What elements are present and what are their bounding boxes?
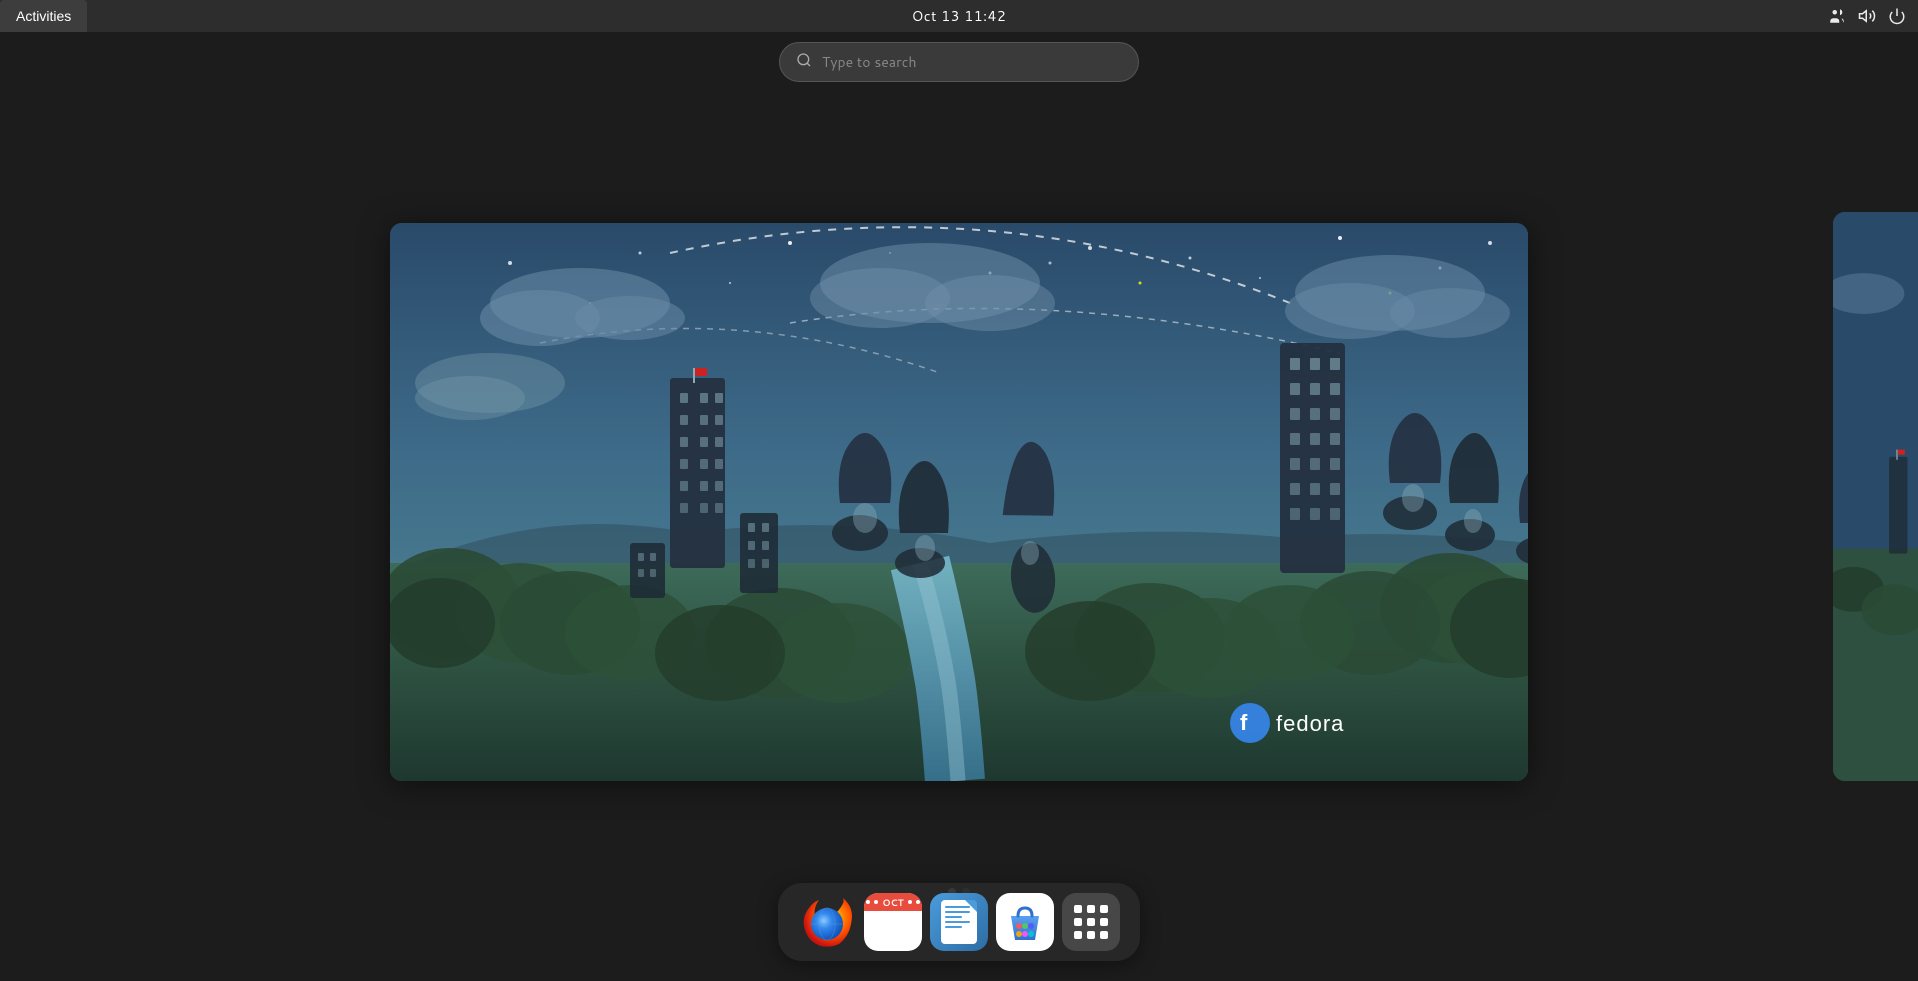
wallpaper: f fedora (390, 223, 1528, 781)
writer-line-2 (945, 911, 970, 913)
app-dot-4 (1074, 918, 1082, 926)
topbar-left: Activities (0, 0, 87, 32)
writer-line-3 (945, 916, 962, 918)
firefox-icon (799, 894, 855, 950)
calendar-header: OCT (864, 893, 922, 911)
store-icon (1003, 900, 1047, 944)
workspace-main[interactable]: f fedora (390, 223, 1528, 781)
writer-document (941, 900, 977, 944)
calendar-body (887, 911, 899, 951)
cal-month: OCT (882, 896, 903, 909)
workspace-side-inner (1833, 212, 1918, 781)
cal-dot-3 (908, 900, 912, 904)
dock-store[interactable] (996, 893, 1054, 951)
cal-dot-4 (916, 900, 920, 904)
cal-dot-1 (866, 900, 870, 904)
app-dot-9 (1100, 931, 1108, 939)
writer-line-4 (945, 921, 970, 923)
search-container (779, 42, 1139, 82)
svg-text:f: f (1240, 710, 1248, 735)
volume-icon[interactable] (1858, 7, 1876, 25)
app-dot-8 (1087, 931, 1095, 939)
writer-line-5 (945, 926, 962, 928)
search-icon (796, 51, 812, 74)
users-icon[interactable] (1828, 7, 1846, 25)
search-input[interactable] (822, 52, 1122, 72)
search-bar[interactable] (779, 42, 1139, 82)
topbar-right (1828, 7, 1918, 25)
dock-calendar[interactable]: OCT (864, 893, 922, 951)
workspace-side[interactable] (1833, 212, 1918, 781)
app-dot-2 (1087, 905, 1095, 913)
app-dot-3 (1100, 905, 1108, 913)
dock: OCT (778, 883, 1140, 961)
topbar: Activities Oct 13 11:42 (0, 0, 1918, 32)
app-dot-7 (1074, 931, 1082, 939)
dock-firefox[interactable] (798, 893, 856, 951)
writer-line-1 (945, 906, 970, 908)
app-dot-1 (1074, 905, 1082, 913)
activities-button[interactable]: Activities (0, 0, 87, 32)
main-area: f fedora (0, 32, 1918, 981)
power-icon[interactable] (1888, 7, 1906, 25)
app-dot-5 (1087, 918, 1095, 926)
wallpaper-scene: f fedora (390, 223, 1528, 781)
topbar-datetime[interactable]: Oct 13 11:42 (912, 6, 1007, 26)
dock-appgrid[interactable] (1062, 893, 1120, 951)
app-dot-6 (1100, 918, 1108, 926)
apps-grid (1074, 905, 1108, 939)
cal-dot-2 (874, 900, 878, 904)
workspaces-container: f fedora (0, 122, 1918, 881)
svg-text:fedora: fedora (1276, 711, 1344, 736)
dock-writer[interactable] (930, 893, 988, 951)
